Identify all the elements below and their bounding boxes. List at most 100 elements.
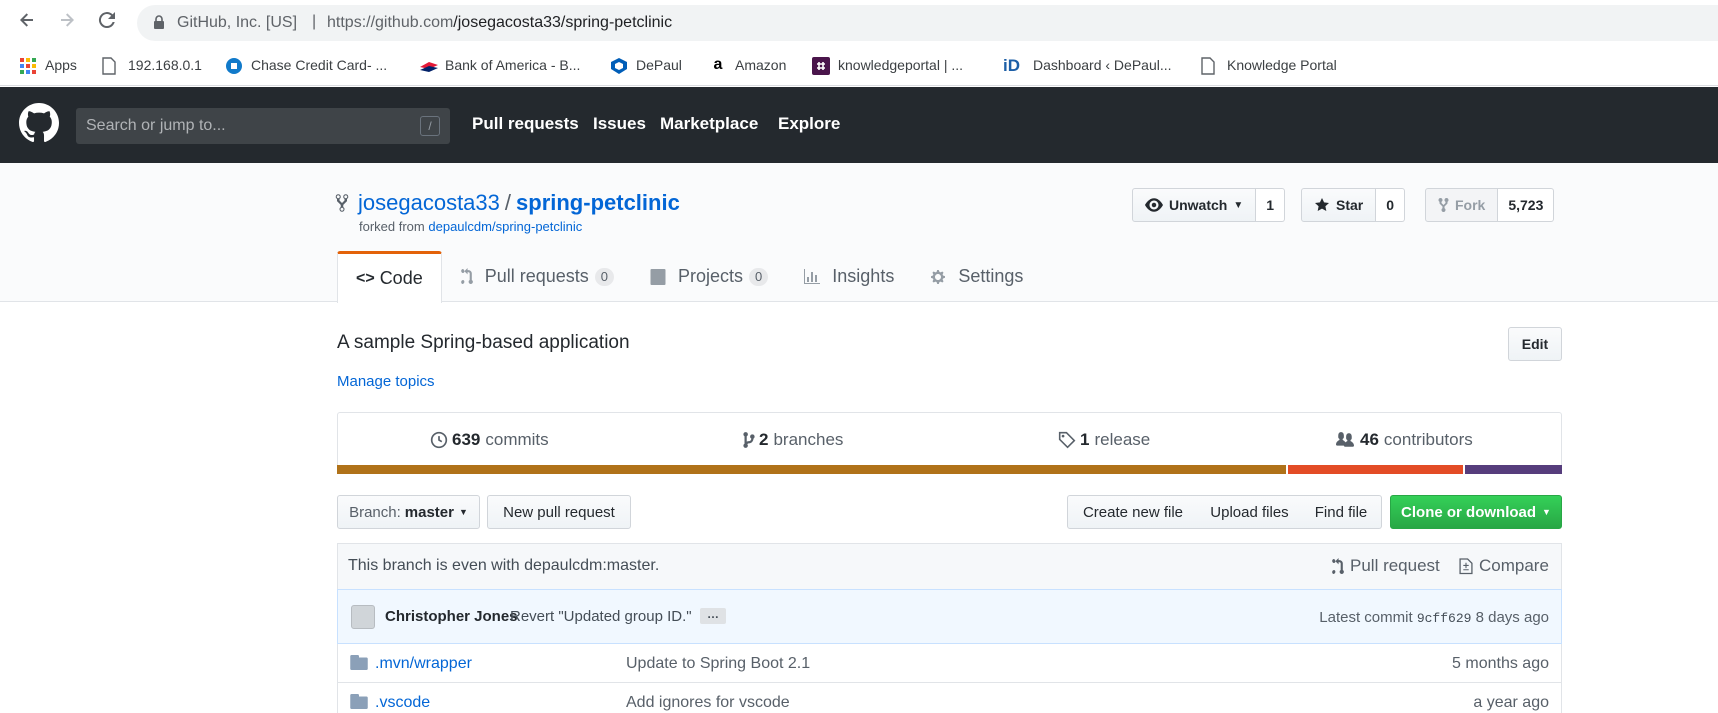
nav-explore[interactable]: Explore <box>778 114 840 134</box>
watch-count[interactable]: 1 <box>1256 188 1286 222</box>
search-input[interactable] <box>76 108 450 144</box>
url-prefix: https://github.com <box>327 14 454 31</box>
manage-topics-link[interactable]: Manage topics <box>337 373 435 390</box>
create-new-file-button[interactable]: Create new file <box>1067 495 1199 529</box>
clone-or-download-button[interactable]: Clone or download ▼ <box>1390 495 1562 529</box>
language-segment[interactable] <box>1462 465 1562 474</box>
commit-expand-button[interactable]: … <box>700 608 726 624</box>
branch-select-button[interactable]: Branch: master ▼ <box>337 495 480 529</box>
fork-button[interactable]: Fork <box>1425 188 1499 222</box>
language-segment[interactable] <box>1286 465 1463 474</box>
address-bar[interactable]: GitHub, Inc. [US] | https://github.com/j… <box>137 5 1718 41</box>
bookmark-knowledgeportal-slack[interactable]: knowledgeportal | ... <box>812 54 963 76</box>
star-button[interactable]: Star <box>1301 188 1377 222</box>
commit-age: 8 days ago <box>1475 609 1549 626</box>
commit-author[interactable]: Christopher Jones <box>385 608 518 625</box>
forward-arrow-icon[interactable] <box>54 10 80 36</box>
releases-count: 1 <box>1080 430 1090 449</box>
commits-link[interactable]: 639 commits <box>430 430 549 450</box>
find-file-button[interactable]: Find file <box>1301 495 1382 529</box>
bookmark-label: knowledgeportal | ... <box>838 57 964 73</box>
fork-count[interactable]: 5,723 <box>1498 188 1555 222</box>
pull-request-link[interactable]: Pull request <box>1331 556 1440 576</box>
language-segment[interactable] <box>337 465 1287 474</box>
repo-owner-link[interactable]: josegacosta33 <box>358 190 500 215</box>
contributors-link[interactable]: 46 contributors <box>1334 430 1473 450</box>
branch-name: master <box>404 503 454 521</box>
chase-logo-icon <box>225 57 243 75</box>
repo-name-link[interactable]: spring-petclinic <box>516 190 680 215</box>
bookmark-label: Knowledge Portal <box>1227 57 1337 73</box>
latest-commit-info: Latest commit 9cff629 8 days ago <box>1319 609 1549 626</box>
forked-from-link[interactable]: depaulcdm/spring-petclinic <box>428 219 582 234</box>
folder-icon <box>350 655 368 675</box>
releases-label: release <box>1094 430 1151 449</box>
bookmark-chase[interactable]: Chase Credit Card- ... <box>225 54 387 76</box>
tab-insights[interactable]: Insights <box>786 251 912 302</box>
nav-marketplace[interactable]: Marketplace <box>660 114 758 134</box>
file-commit-message[interactable]: Update to Spring Boot 2.1 <box>626 655 810 673</box>
url-text: https://github.com/josegacosta33/spring-… <box>327 14 672 32</box>
bookmark-depaul[interactable]: DePaul <box>610 54 682 76</box>
caret-down-icon: ▼ <box>1542 507 1551 517</box>
file-row: .mvn/wrapper Update to Spring Boot 2.1 5… <box>337 644 1562 683</box>
branches-link[interactable]: 2 branches <box>743 430 843 450</box>
star-count[interactable]: 0 <box>1376 188 1406 222</box>
search-field[interactable]: / <box>76 108 450 144</box>
bookmark-label: Amazon <box>735 57 787 73</box>
tab-pull-requests[interactable]: Pull requests 0 <box>442 251 632 302</box>
bookmark-router[interactable]: 192.168.0.1 <box>102 54 202 76</box>
file-commit-message[interactable]: Add ignores for vscode <box>626 694 790 712</box>
avatar[interactable] <box>351 605 375 629</box>
releases-link[interactable]: 1 release <box>1058 430 1150 450</box>
fork-label: Fork <box>1455 197 1486 213</box>
tab-label: Pull requests <box>484 266 589 286</box>
file-age: 5 months ago <box>1452 655 1549 672</box>
fork-icon <box>1438 197 1449 213</box>
repo-forked-icon <box>335 193 349 216</box>
upload-files-button[interactable]: Upload files <box>1198 495 1302 529</box>
code-icon: <> <box>356 269 375 287</box>
file-name-link[interactable]: .vscode <box>375 694 430 712</box>
branch-status-message: This branch is even with depaulcdm:maste… <box>348 557 660 574</box>
compare-link[interactable]: Compare <box>1459 556 1549 576</box>
browser-toolbar: GitHub, Inc. [US] | https://github.com/j… <box>0 0 1718 44</box>
tab-projects[interactable]: Projects 0 <box>632 251 786 302</box>
nav-pull-requests[interactable]: Pull requests <box>472 114 579 134</box>
bookmark-bofa[interactable]: Bank of America - B... <box>419 54 580 76</box>
branches-count: 2 <box>759 430 769 449</box>
star-icon <box>1314 197 1330 213</box>
people-icon <box>1334 431 1356 449</box>
bookmark-amazon[interactable]: a Amazon <box>709 54 787 76</box>
back-arrow-icon[interactable] <box>14 10 40 36</box>
caret-down-icon: ▼ <box>1233 199 1244 211</box>
language-bar[interactable] <box>337 465 1562 474</box>
nav-issues[interactable]: Issues <box>593 114 646 134</box>
bofa-logo-icon <box>419 57 438 75</box>
edit-description-button[interactable]: Edit <box>1508 327 1562 361</box>
graph-icon <box>804 268 826 285</box>
tab-settings[interactable]: Settings <box>912 251 1041 302</box>
branch-select-label: Branch: <box>349 503 401 521</box>
repo-title-slash: / <box>504 190 512 215</box>
tab-label: Projects <box>678 266 744 286</box>
apps-grid-icon <box>19 57 37 75</box>
reload-icon[interactable] <box>94 10 120 36</box>
tab-code[interactable]: <> Code <box>337 251 442 303</box>
github-octocat-icon[interactable] <box>19 103 59 143</box>
file-name-link[interactable]: .mvn/wrapper <box>375 655 472 673</box>
commit-sha[interactable]: 9cff629 <box>1417 611 1472 626</box>
bookmark-label: DePaul <box>636 57 682 73</box>
bookmark-knowledge-portal[interactable]: Knowledge Portal <box>1201 54 1337 76</box>
tab-counter: 0 <box>749 267 769 286</box>
gear-icon <box>930 269 952 285</box>
bookmarks-bar: Apps 192.168.0.1 Chase Credit Card- ... … <box>0 44 1718 86</box>
repo-title: josegacosta33/spring-petclinic <box>358 190 680 216</box>
commit-message[interactable]: Revert "Updated group ID." <box>510 608 692 625</box>
new-pull-request-button[interactable]: New pull request <box>487 495 631 529</box>
unwatch-button[interactable]: Unwatch ▼ <box>1132 188 1257 222</box>
latest-commit-label: Latest commit <box>1319 609 1413 626</box>
folder-icon <box>350 694 368 713</box>
bookmark-apps[interactable]: Apps <box>19 54 77 76</box>
bookmark-dashboard[interactable]: iD Dashboard ‹ DePaul... <box>1003 54 1172 76</box>
